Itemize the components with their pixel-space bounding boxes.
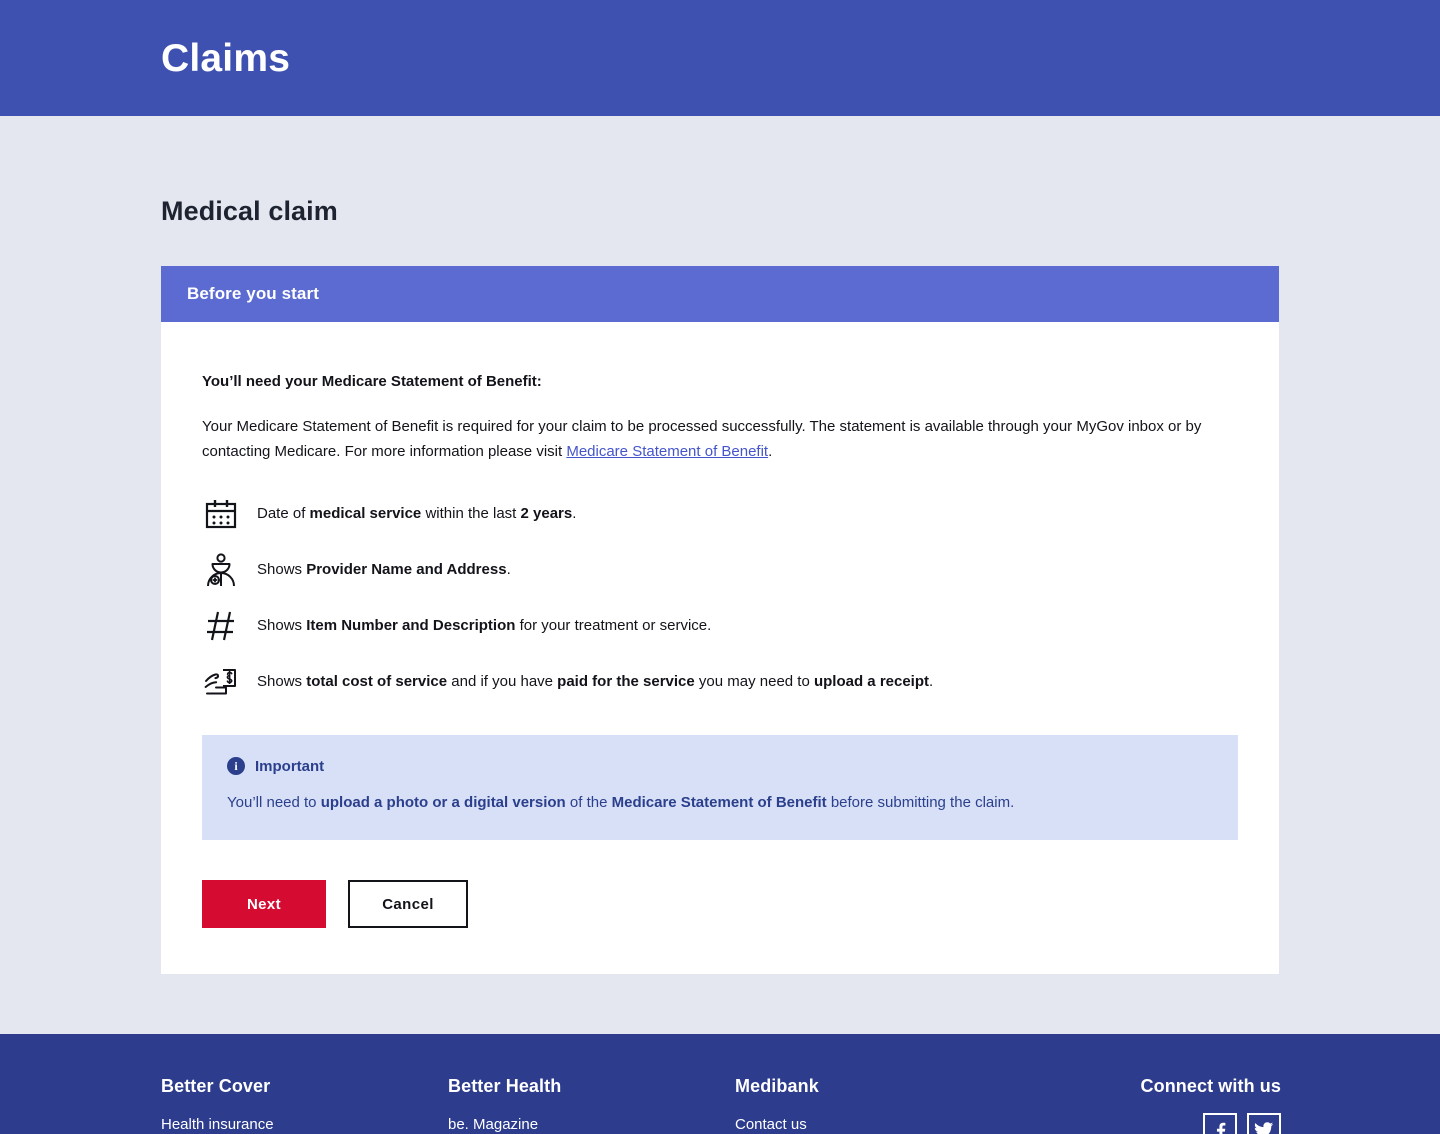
footer-column-better-cover: Better Cover Health insurance xyxy=(161,1077,448,1134)
calendar-icon xyxy=(202,495,240,533)
footer-column-better-health: Better Health be. Magazine xyxy=(448,1077,735,1134)
cancel-button[interactable]: Cancel xyxy=(348,880,468,928)
callout-header: i Important xyxy=(227,757,1213,775)
before-you-start-card: Before you start You’ll need your Medica… xyxy=(161,266,1279,974)
important-callout: i Important You’ll need to upload a phot… xyxy=(202,735,1238,840)
facebook-link[interactable] xyxy=(1203,1113,1237,1134)
footer-heading-better-cover: Better Cover xyxy=(161,1076,271,1096)
medicare-statement-link[interactable]: Medicare Statement of Benefit xyxy=(566,443,768,460)
form-actions: Next Cancel xyxy=(202,880,1239,928)
site-footer: Better Cover Health insurance Better Hea… xyxy=(0,1034,1440,1134)
lead-paragraph: Your Medicare Statement of Benefit is re… xyxy=(202,414,1232,464)
hash-icon xyxy=(202,607,240,645)
footer-link-contact-us[interactable]: Contact us xyxy=(735,1117,1022,1132)
footer-link-health-insurance[interactable]: Health insurance xyxy=(161,1117,448,1132)
page-header-title: Claims xyxy=(161,36,291,80)
requirement-text-2: Shows Item Number and Description for yo… xyxy=(257,617,712,634)
twitter-link[interactable] xyxy=(1247,1113,1281,1134)
page-title: Medical claim xyxy=(161,196,338,226)
callout-text: You’ll need to upload a photo or a digit… xyxy=(227,794,1015,811)
requirement-text-0: Date of medical service within the last … xyxy=(257,505,577,522)
requirement-item: Shows total cost of service and if you h… xyxy=(202,662,1239,702)
card-body: You’ll need your Medicare Statement of B… xyxy=(161,322,1279,974)
doctor-icon xyxy=(202,551,240,589)
footer-link-be-magazine[interactable]: be. Magazine xyxy=(448,1117,735,1132)
card-header-title: Before you start xyxy=(187,284,319,303)
lead-heading: You’ll need your Medicare Statement of B… xyxy=(202,373,542,390)
requirements-list: Date of medical service within the last … xyxy=(202,494,1239,702)
footer-column-medibank: Medibank Contact us xyxy=(735,1077,1022,1134)
site-header: Claims xyxy=(0,0,1440,116)
card-header: Before you start xyxy=(161,266,1279,322)
lead-paragraph-text-after: . xyxy=(768,443,773,460)
requirement-text-1: Shows Provider Name and Address. xyxy=(257,561,511,578)
footer-heading-connect-with-us: Connect with us xyxy=(1140,1076,1281,1096)
footer-heading-better-health: Better Health xyxy=(448,1076,562,1096)
requirement-item: Date of medical service within the last … xyxy=(202,494,1239,534)
requirement-item: Shows Item Number and Description for yo… xyxy=(202,606,1239,646)
info-icon: i xyxy=(227,757,245,775)
hand-money-icon xyxy=(202,663,240,701)
page-main: Medical claim Before you start You’ll ne… xyxy=(0,116,1440,974)
requirement-item: Shows Provider Name and Address. xyxy=(202,550,1239,590)
next-button[interactable]: Next xyxy=(202,880,326,928)
requirement-text-3: Shows total cost of service and if you h… xyxy=(257,673,934,690)
social-links xyxy=(1022,1113,1281,1134)
facebook-icon xyxy=(1211,1121,1229,1134)
callout-title: Important xyxy=(255,757,325,775)
twitter-icon xyxy=(1254,1121,1274,1134)
footer-heading-medibank: Medibank xyxy=(735,1076,819,1096)
footer-column-connect: Connect with us xyxy=(1022,1077,1281,1134)
footer-columns: Better Cover Health insurance Better Hea… xyxy=(161,1034,1281,1134)
